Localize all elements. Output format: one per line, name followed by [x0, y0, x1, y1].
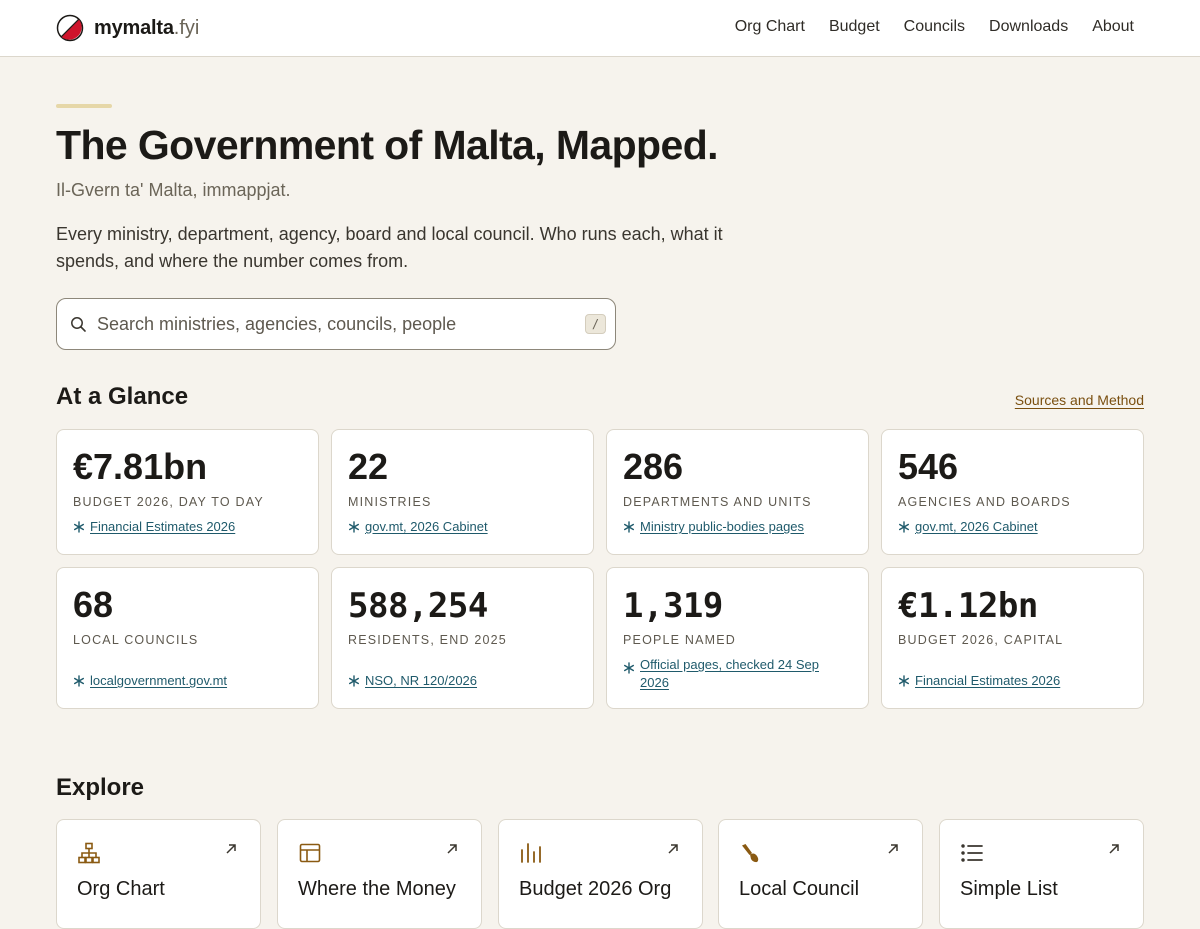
stat-value: €1.12bn — [898, 586, 1038, 626]
stat-source-link[interactable]: gov.mt, 2026 Cabinet — [915, 518, 1120, 536]
stat-source: Financial Estimates 2026 — [898, 672, 1120, 690]
external-arrow-icon — [226, 844, 236, 854]
stat-card-agencies: 546 Agencies and boards gov.mt, 2026 Cab… — [881, 429, 1144, 555]
stat-card-budget-day-to-day: €7.81bn Budget 2026, day to day Financia… — [56, 429, 319, 555]
nav-org-chart[interactable]: Org Chart — [735, 18, 805, 36]
page-title: The Government of Malta, Mapped. — [56, 122, 719, 168]
accent-rule — [56, 104, 112, 108]
external-arrow-icon — [668, 844, 678, 854]
brand-home-link[interactable]: mymalta .fyi — [56, 14, 199, 42]
stat-card-departments: 286 Departments and units Ministry publi… — [606, 429, 869, 555]
nav-downloads[interactable]: Downloads — [989, 18, 1068, 36]
stat-source: Official pages, checked 24 Sep 2026 — [623, 656, 840, 692]
malta-logo-icon — [56, 14, 84, 42]
source-asterisk-icon — [74, 675, 85, 687]
stat-card-ministries: 22 Ministries gov.mt, 2026 Cabinet — [331, 429, 594, 555]
search-icon — [71, 317, 86, 332]
stat-label: Residents, end 2025 — [348, 633, 507, 647]
explore-card-budget-2026-org[interactable]: Budget 2026 Org — [498, 819, 703, 929]
explore-card-where-the-money[interactable]: Where the Money — [277, 819, 482, 929]
top-bar: mymalta .fyi Org Chart Budget Councils Do… — [0, 0, 1200, 57]
glance-heading: At a Glance — [56, 383, 189, 410]
main-nav: Org Chart Budget Councils Downloads Abou… — [711, 18, 1134, 36]
nav-about[interactable]: About — [1092, 18, 1134, 36]
stat-source-link[interactable]: Financial Estimates 2026 — [90, 518, 295, 536]
stat-label: Ministries — [348, 495, 432, 509]
explore-card-title: Local Council — [739, 878, 860, 900]
external-arrow-icon — [888, 844, 898, 854]
stat-value: 588,254 — [348, 586, 488, 626]
stat-source-link[interactable]: NSO, NR 120/2026 — [365, 672, 570, 690]
stat-value: 1,319 — [623, 586, 723, 626]
search-shortcut-hint: / — [585, 314, 606, 334]
stat-card-budget-capital: €1.12bn Budget 2026, capital Financial E… — [881, 567, 1144, 709]
stat-source: gov.mt, 2026 Cabinet — [348, 518, 570, 536]
search-box: / — [56, 298, 616, 350]
stat-label: Local councils — [73, 633, 199, 647]
stat-label: Agencies and boards — [898, 495, 1071, 509]
source-asterisk-icon — [899, 675, 910, 687]
stat-source: localgovernment.gov.mt — [73, 672, 295, 690]
stat-label: Budget 2026, capital — [898, 633, 1064, 647]
stat-source: Ministry public-bodies pages — [623, 518, 845, 536]
nav-budget[interactable]: Budget — [829, 18, 880, 36]
stat-source-link[interactable]: gov.mt, 2026 Cabinet — [365, 518, 570, 536]
stat-value: 286 — [623, 446, 684, 487]
table-icon — [299, 843, 321, 863]
stat-label: Budget 2026, day to day — [73, 495, 264, 509]
stat-source-link[interactable]: Financial Estimates 2026 — [915, 672, 1120, 690]
stat-source: NSO, NR 120/2026 — [348, 672, 570, 690]
source-asterisk-icon — [74, 521, 85, 533]
stat-source: Financial Estimates 2026 — [73, 518, 295, 536]
source-asterisk-icon — [899, 521, 910, 533]
explore-card-local-council[interactable]: Local Council — [718, 819, 923, 929]
stat-source-link[interactable]: Ministry public-bodies pages — [640, 518, 845, 536]
external-arrow-icon — [447, 844, 457, 854]
sources-and-method-link[interactable]: Sources and Method — [1015, 392, 1144, 408]
brand-name: mymalta — [94, 16, 174, 39]
explore-card-title: Org Chart — [77, 878, 165, 900]
source-asterisk-icon — [624, 521, 635, 533]
search-input[interactable] — [97, 311, 577, 337]
explore-card-title: Where the Money — [298, 878, 456, 900]
explore-card-simple-list[interactable]: Simple List — [939, 819, 1144, 929]
explore-card-org-chart[interactable]: Org Chart — [56, 819, 261, 929]
page-lede: Every ministry, department, agency, boar… — [56, 224, 723, 271]
source-asterisk-icon — [349, 675, 360, 687]
org-chart-icon — [78, 842, 100, 864]
source-asterisk-icon — [624, 662, 635, 674]
nav-councils[interactable]: Councils — [904, 18, 965, 36]
stat-label: Departments and units — [623, 495, 812, 509]
stat-card-local-councils: 68 Local councils localgovernment.gov.mt — [56, 567, 319, 709]
stat-value: 68 — [73, 584, 114, 625]
stat-label: People named — [623, 633, 737, 647]
stat-card-people-named: 1,319 People named Official pages, check… — [606, 567, 869, 709]
list-icon — [961, 844, 983, 862]
external-arrow-icon — [1109, 844, 1119, 854]
stat-source: gov.mt, 2026 Cabinet — [898, 518, 1120, 536]
explore-card-title: Simple List — [960, 878, 1058, 900]
stat-source-link[interactable]: localgovernment.gov.mt — [90, 672, 295, 690]
explore-card-title: Budget 2026 Org — [519, 878, 672, 900]
source-asterisk-icon — [349, 521, 360, 533]
explore-heading: Explore — [56, 774, 145, 801]
stat-value: 546 — [898, 446, 959, 487]
stat-source-link[interactable]: Official pages, checked 24 Sep 2026 — [640, 656, 840, 692]
bar-chart-icon — [521, 843, 541, 863]
stat-value: €7.81bn — [73, 446, 208, 487]
page-subtitle: Il-Gvern ta' Malta, immappjat. — [56, 180, 291, 200]
stat-value: 22 — [348, 446, 389, 487]
stat-card-residents: 588,254 Residents, end 2025 NSO, NR 120/… — [331, 567, 594, 709]
brush-icon — [742, 844, 759, 863]
brand-tld: .fyi — [173, 16, 200, 39]
